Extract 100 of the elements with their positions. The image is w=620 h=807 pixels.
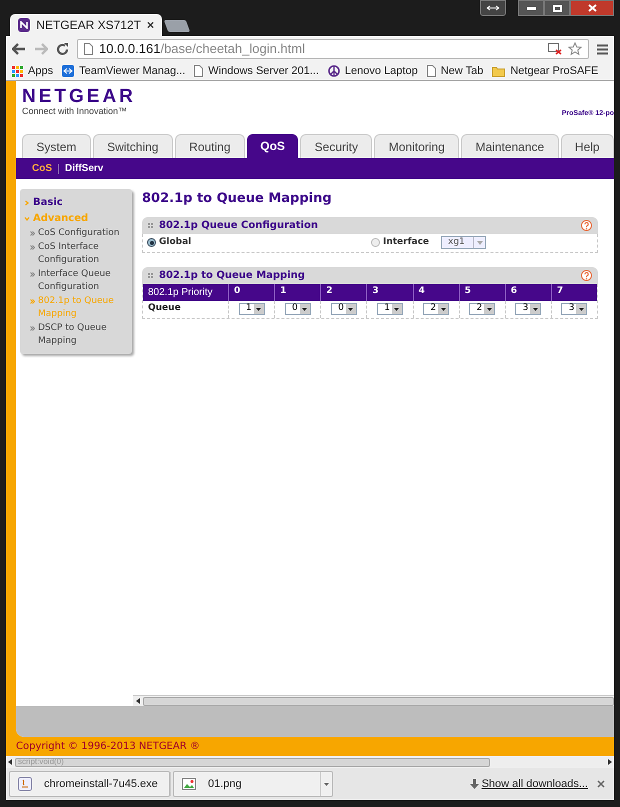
minimize-button[interactable] (518, 0, 544, 16)
horizontal-scrollbar[interactable] (133, 695, 614, 706)
caret-icon (532, 308, 538, 310)
bookmark-link[interactable]: Windows Server 201... (208, 62, 319, 80)
grip-icon (148, 222, 153, 228)
double-chevron-icon (30, 326, 35, 331)
caret-icon (476, 240, 482, 244)
panel-title: 802.1p to Queue Mapping (159, 268, 306, 282)
double-arrow-icon (486, 5, 500, 11)
resize-button[interactable] (480, 0, 506, 16)
table-header-cell: 7 (550, 284, 597, 300)
download-item[interactable]: chromeinstall-7u45.exe (9, 771, 170, 797)
sidebar-link[interactable]: Interface Queue Configuration (38, 268, 128, 294)
radio-button[interactable] (147, 238, 156, 247)
image-file-icon (182, 778, 196, 790)
nav-tab[interactable]: QoS (246, 134, 298, 158)
queue-dropdown[interactable]: 2 (469, 303, 496, 315)
scroll-left-icon[interactable] (8, 759, 12, 765)
table-header-cell: 6 (504, 284, 551, 300)
queue-dropdown[interactable]: 1 (238, 303, 265, 315)
subnav-link[interactable]: CoS (32, 161, 52, 176)
caret-icon (578, 308, 584, 310)
radio-button[interactable] (371, 238, 380, 247)
radio-label: Interface (383, 236, 430, 249)
radio-label: Global (159, 236, 192, 249)
nav-tab[interactable]: Help (560, 134, 614, 158)
show-all-downloads-link[interactable]: Show all downloads... (482, 776, 588, 792)
caret-icon (394, 308, 400, 310)
browser-tab[interactable]: NETGEAR XS712T (10, 14, 162, 36)
address-bar[interactable]: 10.0.0.161/base/cheetah_login.html (77, 39, 589, 59)
page-title: 802.1p to Queue Mapping (142, 190, 333, 208)
help-icon[interactable] (581, 270, 592, 280)
grip-icon (148, 272, 153, 278)
download-item[interactable]: 01.png (173, 771, 333, 797)
tagline-text: Connect with Innovation™ (22, 106, 128, 118)
bookmark-link[interactable]: Apps (28, 62, 54, 80)
double-chevron-icon (30, 272, 35, 277)
caret-icon (256, 308, 262, 310)
scroll-left-icon[interactable] (136, 698, 140, 704)
star-icon[interactable] (568, 42, 582, 56)
caret-icon[interactable] (324, 782, 329, 786)
close-icon (588, 4, 596, 12)
caret-icon (302, 308, 308, 310)
close-icon[interactable] (146, 21, 154, 29)
bookmark-link[interactable]: New Tab (440, 62, 484, 80)
blocked-popup-icon[interactable] (548, 43, 562, 55)
caret-icon (440, 308, 446, 310)
interface-dropdown[interactable]: xg1 (441, 236, 486, 249)
url-text: 10.0.0.161/base/cheetah_login.html (99, 40, 306, 58)
folder-icon (492, 66, 506, 76)
queue-dropdown[interactable]: 2 (423, 303, 450, 315)
netgear-favicon-icon (18, 18, 30, 32)
sidebar-item[interactable]: Basic (33, 195, 63, 210)
table-header-cell: 2 (320, 284, 366, 300)
reload-icon[interactable] (56, 42, 69, 56)
nav-tab[interactable]: Switching (92, 134, 173, 158)
bookmark-link[interactable]: Lenovo Laptop (344, 62, 418, 80)
nav-tab[interactable]: Routing (174, 134, 245, 158)
apps-grid-icon (12, 66, 23, 76)
arrows-icon (62, 65, 74, 77)
table-header-cell: 802.1p Priority (143, 284, 228, 300)
queue-dropdown[interactable]: 3 (561, 303, 588, 315)
sidebar-link[interactable]: DSCP to Queue Mapping (38, 322, 128, 348)
bookmark-link[interactable]: TeamViewer Manag... (79, 62, 186, 80)
bookmark-link[interactable]: Netgear ProSAFE (510, 62, 598, 80)
peace-sign-icon (328, 65, 340, 77)
nav-tab[interactable]: System (22, 134, 91, 158)
table-header-cell: 5 (458, 284, 505, 300)
maximize-button[interactable] (544, 0, 570, 16)
tab-title: NETGEAR XS712T (36, 17, 141, 34)
double-chevron-icon (30, 231, 35, 236)
copyright-text: Copyright © 1996-2013 NETGEAR ® (15, 740, 201, 754)
menu-icon[interactable] (597, 44, 608, 54)
download-arrow-icon (470, 778, 479, 790)
subnav-link[interactable]: DiffServ (65, 161, 104, 176)
row-label: Queue (147, 302, 182, 316)
close-button[interactable] (570, 0, 614, 16)
queue-dropdown[interactable]: 0 (284, 303, 311, 315)
nav-tab[interactable]: Monitoring (374, 134, 460, 158)
caret-icon (486, 308, 492, 310)
new-tab-button[interactable] (164, 20, 190, 32)
table-header-cell: 4 (412, 284, 459, 300)
status-text: script:void(0) (18, 758, 64, 766)
table-header-cell: 3 (366, 284, 412, 300)
nav-tab[interactable]: Security (300, 134, 372, 158)
help-icon[interactable] (581, 220, 592, 230)
caret-icon (348, 308, 354, 310)
sidebar-link[interactable]: CoS Configuration (38, 227, 120, 240)
panel-title: 802.1p Queue Configuration (159, 218, 319, 232)
queue-dropdown[interactable]: 3 (515, 303, 542, 315)
nav-tab[interactable]: Maintenance (461, 134, 559, 158)
scroll-right-icon[interactable] (608, 759, 612, 765)
sidebar-link[interactable]: CoS Interface Configuration (38, 241, 128, 267)
back-icon[interactable] (12, 43, 26, 55)
table-header-cell: 0 (228, 284, 274, 300)
page-icon (84, 43, 93, 55)
queue-dropdown[interactable]: 1 (376, 303, 403, 315)
queue-dropdown[interactable]: 0 (330, 303, 357, 315)
netgear-logo: NETGEAR (22, 87, 136, 106)
table-header-cell: 1 (274, 284, 320, 300)
